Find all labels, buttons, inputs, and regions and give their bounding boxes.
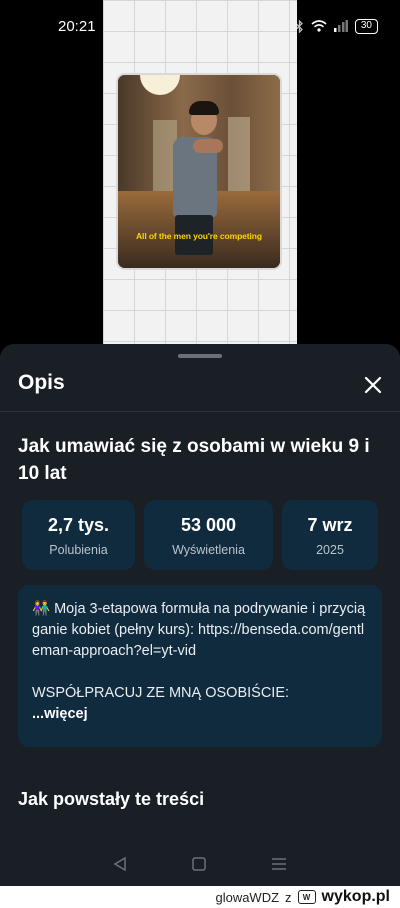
likes-count: 2,7 tys.: [47, 515, 110, 535]
date-stat: 7 wrz 2025: [282, 500, 378, 570]
close-button[interactable]: [358, 370, 388, 400]
navigation-bar: [0, 844, 400, 884]
footer-separator: z: [285, 889, 292, 905]
battery-icon: 30: [354, 18, 378, 34]
wykop-logo-icon: W: [297, 890, 316, 904]
person-figure: [163, 101, 223, 268]
footer-bar: glowaWDZ z W wykop.pl: [0, 886, 400, 908]
menu-icon[interactable]: [271, 857, 287, 871]
back-icon[interactable]: [113, 857, 127, 871]
drag-handle[interactable]: [178, 354, 222, 358]
status-time: 20:21: [58, 17, 96, 35]
sheet-title: Opis: [18, 371, 65, 394]
date-year: 2025: [316, 543, 344, 557]
wifi-icon: [311, 20, 327, 32]
video-caption: All of the men you're competing: [136, 231, 262, 241]
likes-label: Polubienia: [49, 543, 108, 557]
footer-username: glowaWDZ: [215, 889, 280, 905]
description-text: 👫 Moja 3-etapowa formuła na podrywanie i…: [32, 601, 366, 659]
description-sheet: Opis Jak umawiać się z osobami w wieku 9…: [0, 344, 400, 908]
video-thumbnail[interactable]: All of the men you're competing: [116, 73, 282, 270]
views-count: 53 000: [180, 515, 237, 535]
views-label: Wyświetlenia: [172, 543, 245, 557]
likes-stat: 2,7 tys. Polubienia: [22, 500, 135, 570]
footer-brand: wykop.pl: [321, 888, 390, 905]
date-day: 7 wrz: [307, 515, 353, 535]
signal-icon: [333, 20, 348, 32]
video-title: Jak umawiać się z osobami w wieku 9 i 10…: [18, 436, 370, 484]
more-link[interactable]: ...więcej: [32, 704, 368, 725]
divider: [0, 411, 400, 412]
section-title: Jak powstały te treści: [18, 789, 205, 809]
description-box[interactable]: 👫 Moja 3-etapowa formuła na podrywanie i…: [18, 585, 382, 747]
description-cta: WSPÓŁPRACUJ ZE MNĄ OSOBIŚCIE:: [32, 685, 290, 701]
views-stat: 53 000 Wyświetlenia: [144, 500, 273, 570]
close-icon: [364, 376, 382, 394]
home-icon[interactable]: [192, 857, 206, 871]
